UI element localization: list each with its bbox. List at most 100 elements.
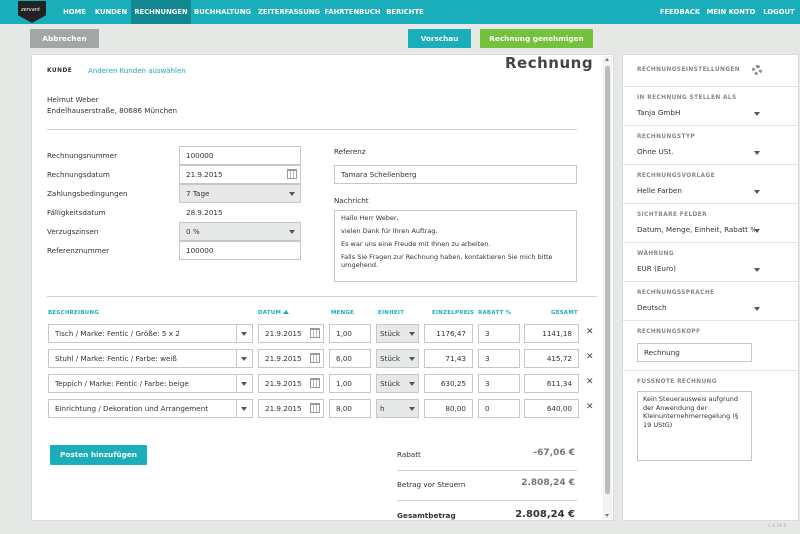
payment-terms-value: 7 Tage <box>186 189 210 198</box>
approve-invoice-button[interactable]: Rechnung genehmigen <box>480 29 593 48</box>
item-price-input[interactable]: 630,25 <box>424 374 473 393</box>
item-unit-select[interactable]: Stück <box>376 374 419 393</box>
setting-invoice-head: RECHNUNGSKOPF Rechnung <box>623 321 798 371</box>
nav-berichte[interactable]: BERICHTE <box>381 0 429 24</box>
item-description-select[interactable]: Stuhl / Marke: Fentic / Farbe: weiß <box>48 349 253 368</box>
setting-footnote: FUSSNOTE RECHNUNG Kein Steuerausweis auf… <box>623 371 798 471</box>
customer-label: KUNDE <box>47 68 73 74</box>
customer-name: Helmut Weber <box>47 95 99 104</box>
divider <box>47 129 577 130</box>
chevron-down-icon <box>754 190 760 194</box>
dropdown-toggle[interactable] <box>236 375 252 392</box>
setting-currency[interactable]: WÄHRUNG EUR (Euro) <box>623 243 798 282</box>
dropdown-toggle[interactable] <box>236 325 252 342</box>
net-total-value: 2.808,24 € <box>521 478 575 488</box>
dropdown-toggle[interactable] <box>236 400 252 417</box>
discount-total-value: -67,06 € <box>533 448 575 458</box>
delete-row-icon[interactable]: ✕ <box>586 352 594 362</box>
item-unit-select[interactable]: h <box>376 399 419 418</box>
chevron-down-icon <box>241 332 247 336</box>
item-discount-input[interactable]: 3 <box>478 349 520 368</box>
nav-home[interactable]: HOME <box>58 0 91 24</box>
calendar-icon[interactable] <box>310 328 320 338</box>
dropdown-toggle[interactable] <box>236 350 252 367</box>
column-qty: MENGE <box>331 310 355 316</box>
column-date[interactable]: DATUM <box>258 310 290 316</box>
chevron-down-icon <box>409 357 415 361</box>
nav-kunden[interactable]: KUNDEN <box>91 0 131 24</box>
calendar-icon[interactable] <box>310 353 320 363</box>
calendar-icon[interactable] <box>310 378 320 388</box>
reference-number-input[interactable]: 100000 <box>179 241 301 260</box>
invoice-head-input[interactable]: Rechnung <box>637 343 752 362</box>
footnote-textarea[interactable]: Kein Steuerausweis aufgrund der Anwendun… <box>637 391 752 461</box>
reference-input[interactable]: Tamara Schellenberg <box>334 165 577 184</box>
delete-row-icon[interactable]: ✕ <box>586 327 594 337</box>
column-description[interactable]: BESCHREIBUNG <box>48 310 99 316</box>
item-discount-input[interactable]: 0 <box>478 399 520 418</box>
payment-terms-select[interactable]: 7 Tage <box>179 184 301 203</box>
settings-title: RECHNUNGSEINSTELLUNGEN <box>637 67 741 73</box>
item-qty-input[interactable]: 6,00 <box>329 349 371 368</box>
invoice-date-label: Rechnungsdatum <box>47 170 110 179</box>
item-price-input[interactable]: 71,43 <box>424 349 473 368</box>
item-unit-select[interactable]: Stück <box>376 324 419 343</box>
scroll-up-icon[interactable] <box>605 58 609 61</box>
scrollbar-thumb[interactable] <box>605 66 610 494</box>
setting-language[interactable]: RECHNUNGSSPRACHE Deutsch <box>623 282 798 321</box>
nav-rechnungen[interactable]: RECHNUNGEN <box>131 0 191 24</box>
item-total: 415,72 <box>524 349 579 368</box>
column-total: GESAMT <box>551 310 579 316</box>
delete-row-icon[interactable]: ✕ <box>586 402 594 412</box>
preview-button[interactable]: Vorschau <box>408 29 471 48</box>
item-qty-input[interactable]: 8,00 <box>329 399 371 418</box>
item-qty-input[interactable]: 1,00 <box>329 324 371 343</box>
message-line: Hallo Herr Weber, <box>341 214 399 222</box>
divider <box>397 500 577 501</box>
discount-total-label: Rabatt <box>397 450 421 459</box>
item-discount-input[interactable]: 3 <box>478 374 520 393</box>
scroll-down-icon[interactable] <box>605 514 609 517</box>
grand-total-value: 2.808,24 € <box>515 509 575 520</box>
nav-buchhaltung[interactable]: BUCHHALTUNG <box>191 0 254 24</box>
nav-logout[interactable]: LOGOUT <box>760 0 798 24</box>
nav-zeiterfassung[interactable]: ZEITERFASSUNG <box>254 0 324 24</box>
item-date-input[interactable]: 21.9.2015 <box>258 324 324 343</box>
delete-row-icon[interactable]: ✕ <box>586 377 594 387</box>
item-date-input[interactable]: 21.9.2015 <box>258 349 324 368</box>
invoice-date-input[interactable]: 21.9.2015 <box>179 165 301 184</box>
other-customer-link[interactable]: Anderen Kunden auswählen <box>88 67 186 75</box>
item-description: Einrichtung / Dekoration und Arrangement <box>55 404 209 413</box>
item-price-input[interactable]: 1176,47 <box>424 324 473 343</box>
calendar-icon[interactable] <box>310 403 320 413</box>
item-price-input[interactable]: 80,00 <box>424 399 473 418</box>
due-date-label: Fälligkeitsdatum <box>47 208 106 217</box>
item-description-select[interactable]: Tisch / Marke: Fentic / Größe: 5 x 2 <box>48 324 253 343</box>
item-date-input[interactable]: 21.9.2015 <box>258 399 324 418</box>
setting-invoice-template[interactable]: RECHNUNGSVORLAGE Helle Farben <box>623 165 798 204</box>
late-interest-select[interactable]: 0 % <box>179 222 301 241</box>
invoice-number-input[interactable]: 100000 <box>179 146 301 165</box>
nav-fahrtenbuch[interactable]: FAHRTENBUCH <box>324 0 381 24</box>
late-interest-value: 0 % <box>186 227 200 236</box>
setting-value: Ohne USt. <box>637 147 674 156</box>
item-unit-select[interactable]: Stück <box>376 349 419 368</box>
item-date-input[interactable]: 21.9.2015 <box>258 374 324 393</box>
nav-feedback[interactable]: FEEDBACK <box>657 0 703 24</box>
setting-invoice-as[interactable]: IN RECHNUNG STELLEN ALS Tanja GmbH <box>623 87 798 126</box>
item-discount-input[interactable]: 3 <box>478 324 520 343</box>
gear-icon[interactable] <box>752 65 762 75</box>
setting-value: Deutsch <box>637 303 667 312</box>
setting-invoice-type[interactable]: RECHNUNGSTYP Ohne USt. <box>623 126 798 165</box>
calendar-icon[interactable] <box>287 169 297 179</box>
message-textarea[interactable]: Hallo Herr Weber, vielen Dank für Ihren … <box>334 210 577 282</box>
item-description-select[interactable]: Teppich / Marke: Fentic / Farbe: beige <box>48 374 253 393</box>
column-price: EINZELPREIS <box>432 310 475 316</box>
item-description-select[interactable]: Einrichtung / Dekoration und Arrangement <box>48 399 253 418</box>
setting-visible-fields[interactable]: SICHTBARE FELDER Datum, Menge, Einheit, … <box>623 204 798 243</box>
add-item-button[interactable]: Posten hinzufügen <box>50 445 147 465</box>
nav-mein-konto[interactable]: MEIN KONTO <box>705 0 757 24</box>
cancel-button[interactable]: Abbrechen <box>30 29 99 48</box>
item-qty-input[interactable]: 1,00 <box>329 374 371 393</box>
item-total: 1141,18 <box>524 324 579 343</box>
